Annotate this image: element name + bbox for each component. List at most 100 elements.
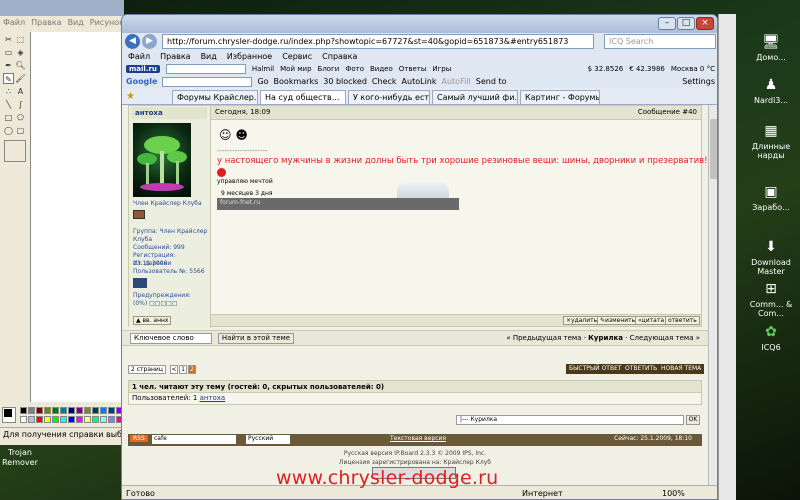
toolbar-item-games[interactable]: Игры [432,65,451,73]
tab-1[interactable]: Форумы Крайслер... [172,90,258,104]
tab-5[interactable]: Картинг - Форумы... [520,90,600,104]
skin-select[interactable]: cafe [152,435,236,444]
topic-search-button[interactable]: Найти в этой теме [218,333,294,344]
copyright-line2[interactable]: Лицензия зарегистрирована на: Крайслер К… [122,458,708,467]
language-select[interactable]: Русский [246,435,290,444]
palette-swatch[interactable] [108,407,115,414]
mailru-logo[interactable]: mail.ru [126,65,160,73]
brush-icon[interactable]: 🖌︎ [15,73,26,84]
palette-swatch[interactable] [36,416,43,423]
check-button[interactable]: Check [372,77,397,86]
autolink-button[interactable]: AutoLink [402,77,437,86]
reply-button[interactable]: ответить [665,316,700,325]
autofill-button[interactable]: AutoFill [442,77,471,86]
desktop-shortcut-trojan[interactable]: Trojan Remover [0,448,40,468]
back-icon[interactable]: ◀ [125,34,140,49]
prev-topic-link[interactable]: « Предыдущая тема [506,334,581,342]
palette-swatch[interactable] [28,416,35,423]
desktop-icon-computer[interactable]: 🖥︎ Домо... [745,33,797,62]
toolbar-item-video[interactable]: Видео [370,65,393,73]
palette-swatch[interactable] [60,407,67,414]
text-icon[interactable]: A [15,86,26,97]
rounded-rect-icon[interactable]: ▢ [15,125,26,136]
go-button[interactable]: Go [257,77,268,86]
palette-swatch[interactable] [84,416,91,423]
desktop-icon-nardi[interactable]: ♟ Nardi3... [745,76,797,105]
paint-menu-image[interactable]: Рисунок [90,18,124,28]
palette-swatch[interactable] [100,416,107,423]
forward-icon[interactable]: ▶ [142,34,157,49]
palette-swatch[interactable] [84,407,91,414]
palette-swatch[interactable] [100,407,107,414]
browser-titlebar[interactable]: – □ × [122,15,717,33]
url-input[interactable]: http://forum.chrysler-dodge.ru/index.php… [162,34,594,49]
next-topic-link[interactable]: Следующая тема » [630,334,700,342]
curve-icon[interactable]: ∫ [15,99,26,110]
toolbar-item-answers[interactable]: Ответы [399,65,427,73]
edit-button[interactable]: ✎изменить [597,316,639,325]
toolbar-item-myworld[interactable]: Мой мир [280,65,311,73]
fast-reply-button[interactable]: БЫСТРЫЙ ОТВЕТ [566,364,625,374]
menu-help[interactable]: Справка [322,51,357,63]
zoom-level[interactable]: 100% [662,489,685,498]
paint-canvas[interactable] [30,32,124,402]
reply-topic-button[interactable]: ОТВЕТИТЬ [622,364,661,374]
pages-select[interactable]: 2 страниц [128,365,166,374]
palette-swatch[interactable] [52,407,59,414]
google-search-input[interactable] [162,76,253,87]
palette-swatch[interactable] [108,416,115,423]
page-1[interactable]: 1 [179,365,187,374]
maximize-icon[interactable]: □ [677,17,695,30]
rss-icon[interactable]: RSS [130,435,148,442]
palette-swatch[interactable] [76,416,83,423]
menu-view[interactable]: Вид [201,51,217,63]
desktop-icon-download[interactable]: ⬇ Download Master [745,238,797,276]
palette-swatch[interactable] [44,416,51,423]
mailru-search-input[interactable] [165,64,246,74]
eraser-icon[interactable]: ▭ [3,47,14,58]
palette-swatch[interactable] [60,416,67,423]
google-logo[interactable]: Google [126,77,157,86]
favorites-star-icon[interactable]: ★ [126,91,135,102]
paint-menu-view[interactable]: Вид [68,18,84,28]
to-top-button[interactable]: ▲ вв. аннх [133,316,172,325]
palette-swatch[interactable] [68,407,75,414]
palette-swatch[interactable] [28,407,35,414]
popup-blocked[interactable]: 30 blocked [323,77,367,86]
page-2[interactable]: 2 [188,365,196,374]
scrollbar-thumb[interactable] [710,119,717,179]
palette-swatch[interactable] [20,416,27,423]
forum-link[interactable]: Курилка [588,334,623,342]
palette-swatch[interactable] [20,407,27,414]
desktop-icon-money[interactable]: ▣ Зарабо... [745,183,797,212]
paint-menu-edit[interactable]: Правка [31,18,61,28]
tool-options[interactable] [4,140,26,162]
paint-menu-file[interactable]: Файл [3,18,25,28]
menu-tools[interactable]: Сервис [282,51,312,63]
forum-jump-ok[interactable]: OK [686,415,700,425]
palette-swatch[interactable] [76,407,83,414]
desktop-icon-icq[interactable]: ✿ ICQ6 [745,323,797,352]
text-version-link[interactable]: Текстовая версия [390,435,446,442]
airbrush-icon[interactable]: ∴ [3,86,14,97]
tab-2[interactable]: На суд обществ... [260,90,346,104]
author-name[interactable]: антоха [131,107,207,119]
zoom-icon[interactable]: 🔍︎ [15,60,26,71]
ellipse-icon[interactable]: ◯ [3,125,14,136]
toolbar-item-blogs[interactable]: Блоги [318,65,340,73]
picker-icon[interactable]: ✒ [3,60,14,71]
search-input[interactable]: ICQ Search [604,34,716,49]
new-topic-button[interactable]: НОВАЯ ТЕМА [658,364,705,374]
page-prev[interactable]: < [170,365,178,374]
user-link[interactable]: антоха [200,394,226,402]
close-icon[interactable]: × [696,17,714,30]
pencil-icon[interactable]: ✎ [3,73,14,84]
palette-swatch[interactable] [44,407,51,414]
rectangle-icon[interactable]: □ [3,112,14,123]
desktop-icon-network[interactable]: ⊞ Comm... & Com... [745,280,797,318]
delete-button[interactable]: ×удалить [563,316,601,325]
palette-swatch[interactable] [52,416,59,423]
palette-swatch[interactable] [68,416,75,423]
tab-4[interactable]: Самый лучший фи... [432,90,518,104]
quote-button[interactable]: «цитата [635,316,667,325]
